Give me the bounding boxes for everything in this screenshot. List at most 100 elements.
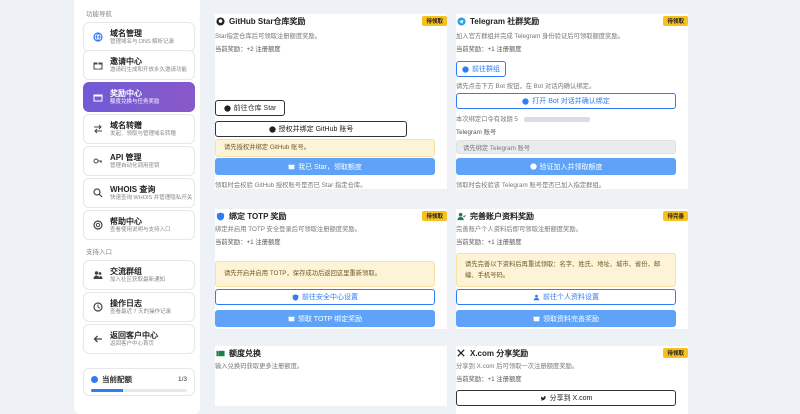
lifebuoy-icon bbox=[92, 219, 104, 231]
sidebar-item-label: 域名转赠 bbox=[110, 120, 142, 130]
sidebar-item-invite[interactable]: 邀请中心 邀请码生成和开放永久邀请功能 bbox=[83, 50, 195, 80]
sidebar-item-label: 返回客户中心 bbox=[110, 330, 158, 340]
card-desc: 完善账户个人资料后即可领取注册额度奖励。 bbox=[456, 226, 582, 233]
totp-card: 绑定 TOTP 奖励 待领取 绑定并启用 TOTP 安全登录后可领取注册额度奖励… bbox=[215, 209, 447, 329]
go-to-repo-button[interactable]: 前往仓库 Star bbox=[215, 100, 285, 116]
sidebar-item-desc: 查看使用说明与支持入口 bbox=[110, 226, 171, 233]
github-notice: 请先授权并绑定 GitHub 账号。 bbox=[215, 139, 435, 157]
telegram-account-field[interactable]: 请先绑定 Telegram 账号 bbox=[456, 140, 676, 154]
card-title: GitHub Star仓库奖励 bbox=[229, 16, 306, 26]
card-title: 完善账户资料奖励 bbox=[470, 211, 534, 221]
sidebar-item-whois[interactable]: WHOIS 查询 快速查询 WHOIS 并管理隐私开关 bbox=[83, 178, 195, 208]
status-badge: 待领取 bbox=[663, 348, 688, 358]
ticket-icon bbox=[215, 348, 225, 358]
open-bot-button[interactable]: 打开 Bot 对话并确认绑定 bbox=[456, 93, 676, 109]
gift-icon bbox=[288, 315, 295, 322]
sidebar: 功能导航 域名管理 管理域名与 DNS 解析记录 邀请中心 邀请码生成和开放永久邀请… bbox=[74, 0, 200, 414]
shield-icon bbox=[215, 211, 225, 221]
github-star-card: GitHub Star仓库奖励 待领取 Star指定仓库后可领取注册额度奖励。 … bbox=[215, 14, 447, 189]
bot-hint: 请先点击下方 Bot 按钮，在 Bot 对话内确认绑定。 bbox=[456, 83, 596, 90]
card-title: Telegram 社群奖励 bbox=[470, 16, 540, 26]
account-label: Telegram 账号 bbox=[456, 129, 497, 136]
redeem-card: 额度兑换 输入兑换码获取更多注册额度。 bbox=[215, 346, 447, 406]
redacted-code bbox=[523, 116, 590, 122]
card-desc: 加入官方群组并完成 Telegram 身份验证后可领取额度奖励。 bbox=[456, 33, 624, 40]
card-reward: 当前奖励：+1 注册额度 bbox=[456, 376, 522, 383]
sidebar-item-desc: 发起、领取与管理域名转赠 bbox=[110, 130, 177, 137]
status-badge: 待领取 bbox=[422, 211, 447, 221]
xcom-card: X.com 分享奖励 待领取 分享到 X.com 后可领取一次注册额度奖励。 当… bbox=[456, 346, 688, 414]
card-title: 额度兑换 bbox=[229, 348, 261, 358]
go-to-group-button[interactable]: 前往群组 bbox=[456, 61, 506, 77]
bind-github-button[interactable]: 授权并绑定 GitHub 账号 bbox=[215, 121, 407, 137]
telegram-icon bbox=[529, 163, 537, 170]
status-badge: 待领取 bbox=[422, 16, 447, 26]
sidebar-item-label: 操作日志 bbox=[110, 298, 142, 308]
sidebar-item-desc: 加入社区获取最新通知 bbox=[110, 276, 166, 283]
status-badge: 待领取 bbox=[663, 16, 688, 26]
github-icon bbox=[215, 16, 225, 26]
shield-icon bbox=[292, 293, 299, 301]
sidebar-item-label: WHOIS 查询 bbox=[110, 184, 156, 194]
quota-value: 1/3 bbox=[177, 376, 187, 383]
sidebar-item-community[interactable]: 交流群组 加入社区获取最新通知 bbox=[83, 260, 195, 290]
sidebar-item-label: 奖励中心 bbox=[110, 88, 142, 98]
globe-icon bbox=[92, 31, 104, 43]
sidebar-item-label: 交流群组 bbox=[110, 266, 142, 276]
quota-label: 当前配额 bbox=[102, 375, 132, 384]
card-reward: 当前奖励：+1 注册额度 bbox=[215, 239, 281, 246]
telegram-icon bbox=[462, 65, 469, 73]
card-footer: 领取时会校验 GitHub 授权账号是否已 Star 指定仓库。 bbox=[215, 182, 367, 189]
user-check-icon bbox=[456, 211, 466, 221]
card-desc: 分享到 X.com 后可领取一次注册额度奖励。 bbox=[456, 363, 579, 370]
swap-arrows-icon bbox=[92, 123, 104, 135]
history-icon bbox=[92, 301, 104, 313]
gift-icon bbox=[533, 315, 540, 322]
sidebar-item-domains[interactable]: 域名管理 管理域名与 DNS 解析记录 bbox=[83, 22, 195, 52]
sidebar-section-title: 功能导航 bbox=[86, 11, 112, 18]
sidebar-item-label: API 管理 bbox=[110, 152, 142, 162]
sidebar-item-desc: 管理自动化调用密钥 bbox=[110, 162, 160, 169]
card-reward: 当前奖励：+2 注册额度 bbox=[215, 46, 281, 53]
sidebar-item-api[interactable]: API 管理 管理自动化调用密钥 bbox=[83, 146, 195, 176]
quota-progress-fill bbox=[91, 389, 123, 392]
key-icon bbox=[92, 155, 104, 167]
verify-telegram-button[interactable]: 验证加入并领取额度 bbox=[456, 158, 676, 175]
x-logo-icon bbox=[456, 348, 466, 358]
gift-icon bbox=[92, 59, 104, 71]
github-icon bbox=[269, 125, 276, 133]
sidebar-item-transfer[interactable]: 域名转赠 发起、领取与管理域名转赠 bbox=[83, 114, 195, 144]
sidebar-item-back[interactable]: 返回客户中心 返回客户中心首页 bbox=[83, 324, 195, 354]
sidebar-section-title: 支持入口 bbox=[86, 249, 112, 256]
card-title: 绑定 TOTP 奖励 bbox=[229, 211, 287, 221]
sidebar-item-desc: 管理域名与 DNS 解析记录 bbox=[110, 38, 175, 45]
sidebar-item-label: 域名管理 bbox=[110, 28, 142, 38]
card-reward: 当前奖励：+1 注册额度 bbox=[456, 46, 522, 53]
search-icon bbox=[92, 187, 104, 199]
claim-totp-button[interactable]: 领取 TOTP 绑定奖励 bbox=[215, 310, 435, 327]
card-title: X.com 分享奖励 bbox=[470, 348, 529, 358]
totp-notice: 请先开启并启用 TOTP，保存成功后返回这里重新领取。 bbox=[215, 261, 435, 287]
sidebar-item-desc: 返回客户中心首页 bbox=[110, 340, 155, 347]
telegram-icon bbox=[456, 16, 466, 26]
claim-github-button[interactable]: 我已 Star，领取额度 bbox=[215, 158, 435, 175]
card-footer: 领取时会校验该 Telegram 账号是否已加入指定群组。 bbox=[456, 182, 606, 189]
users-icon bbox=[92, 269, 104, 281]
sidebar-item-logs[interactable]: 操作日志 查看最近 7 天的操作记录 bbox=[83, 292, 195, 322]
sidebar-item-rewards[interactable]: 奖励中心 额度兑换与任务奖励 bbox=[83, 82, 195, 112]
github-icon bbox=[223, 104, 231, 112]
card-reward: 当前奖励：+1 注册额度 bbox=[456, 239, 522, 246]
sidebar-item-desc: 额度兑换与任务奖励 bbox=[110, 98, 160, 105]
claim-profile-button[interactable]: 领取资料完善奖励 bbox=[456, 310, 676, 327]
profile-notice: 请先完善以下资料后再重试领取：名字、姓氏、地址、城市、省份、邮编、手机号码。 bbox=[456, 253, 676, 287]
code-validity: 本次绑定口令有效期 5 bbox=[456, 114, 590, 123]
sidebar-item-help[interactable]: 帮助中心 查看使用说明与支持入口 bbox=[83, 210, 195, 240]
go-to-profile-button[interactable]: 前往个人资料设置 bbox=[456, 289, 676, 305]
share-xcom-button[interactable]: 分享到 X.com bbox=[456, 390, 676, 406]
sidebar-item-desc: 邀请码生成和开放永久邀请功能 bbox=[110, 66, 188, 73]
go-to-security-button[interactable]: 前往安全中心设置 bbox=[215, 289, 435, 305]
gift-icon bbox=[92, 91, 104, 103]
sidebar-item-desc: 快速查询 WHOIS 并管理隐私开关 bbox=[110, 194, 193, 201]
arrow-left-icon bbox=[92, 333, 104, 345]
gift-icon bbox=[288, 163, 295, 170]
